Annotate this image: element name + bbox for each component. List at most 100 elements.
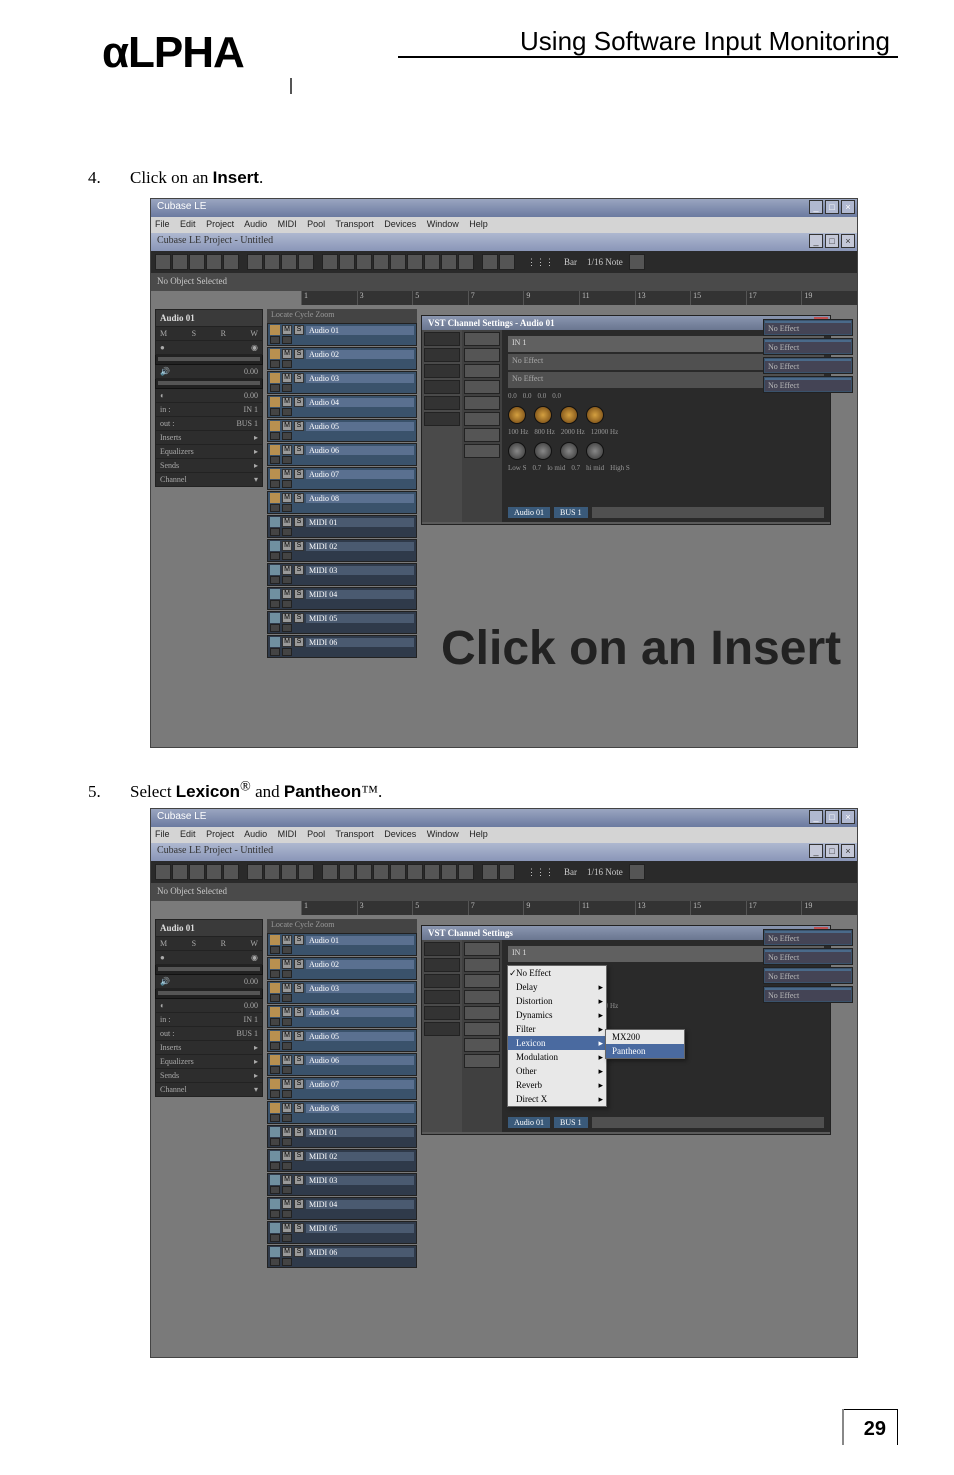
- menu-item-delay[interactable]: Delay: [508, 980, 606, 994]
- eq-knob[interactable]: [508, 406, 526, 424]
- insert-slot[interactable]: [424, 396, 460, 410]
- solo-button[interactable]: S: [294, 445, 304, 455]
- menu-pool[interactable]: Pool: [307, 829, 325, 839]
- rec-button[interactable]: [270, 360, 280, 368]
- mute-button[interactable]: M: [282, 1223, 292, 1233]
- rec-button[interactable]: [270, 552, 280, 560]
- close-icon[interactable]: ×: [841, 844, 855, 858]
- maximize-icon[interactable]: □: [825, 844, 839, 858]
- rec-button[interactable]: [270, 1234, 280, 1242]
- mute-button[interactable]: M: [282, 1031, 292, 1041]
- mute-button[interactable]: M: [282, 445, 292, 455]
- tool-mute[interactable]: [424, 864, 440, 880]
- menu-help[interactable]: Help: [469, 829, 488, 839]
- transport-button[interactable]: [247, 254, 263, 270]
- tool-arrow[interactable]: [322, 864, 338, 880]
- volume-value[interactable]: 0.00: [244, 977, 258, 986]
- sends-header[interactable]: Sends▸: [155, 459, 263, 473]
- transport-button[interactable]: [281, 254, 297, 270]
- solo-button[interactable]: S: [294, 325, 304, 335]
- mon-button[interactable]: [282, 1114, 292, 1122]
- menu-item-modulation[interactable]: Modulation: [508, 1050, 606, 1064]
- menu-edit[interactable]: Edit: [180, 219, 196, 229]
- menu-midi[interactable]: MIDI: [278, 829, 297, 839]
- solo-button[interactable]: S: [192, 329, 196, 338]
- midi-track[interactable]: MSMIDI 05: [267, 611, 417, 634]
- audio-track[interactable]: MSAudio 08: [267, 1101, 417, 1124]
- mon-button[interactable]: [282, 1018, 292, 1026]
- insert-slot[interactable]: [424, 958, 460, 972]
- mute-button[interactable]: M: [282, 935, 292, 945]
- menu-edit[interactable]: Edit: [180, 829, 196, 839]
- rec-button[interactable]: [270, 1042, 280, 1050]
- volume-slider[interactable]: [155, 965, 263, 975]
- send-slot[interactable]: [464, 348, 500, 362]
- menu-project[interactable]: Project: [206, 219, 234, 229]
- send-slot[interactable]: [464, 974, 500, 988]
- send-slot[interactable]: [464, 396, 500, 410]
- tool-arrow[interactable]: [322, 254, 338, 270]
- mon-button[interactable]: [282, 994, 292, 1002]
- col-button[interactable]: [482, 864, 498, 880]
- menu-item-other[interactable]: Other: [508, 1064, 606, 1078]
- audio-track[interactable]: MSAudio 05: [267, 419, 417, 442]
- menu-help[interactable]: Help: [469, 219, 488, 229]
- menu-item-reverb[interactable]: Reverb: [508, 1078, 606, 1092]
- midi-track[interactable]: MSMIDI 03: [267, 563, 417, 586]
- pan-slider[interactable]: [155, 989, 263, 999]
- volume-slider[interactable]: [155, 355, 263, 365]
- send-slot[interactable]: [464, 428, 500, 442]
- solo-button[interactable]: S: [294, 373, 304, 383]
- vst-output-select[interactable]: [592, 507, 824, 518]
- mon-button[interactable]: [282, 1138, 292, 1146]
- solo-button[interactable]: S: [294, 1127, 304, 1137]
- solo-button[interactable]: S: [294, 935, 304, 945]
- pan-slider[interactable]: [155, 379, 263, 389]
- mute-button[interactable]: M: [282, 1103, 292, 1113]
- mute-button[interactable]: M: [282, 637, 292, 647]
- audio-track[interactable]: MSAudio 04: [267, 395, 417, 418]
- menu-transport[interactable]: Transport: [336, 829, 374, 839]
- rec-button[interactable]: [270, 648, 280, 656]
- lexicon-submenu[interactable]: MX200 Pantheon: [605, 1029, 685, 1059]
- solo-button[interactable]: S: [294, 637, 304, 647]
- vst-bus-label[interactable]: BUS 1: [554, 507, 588, 518]
- mute-button[interactable]: M: [282, 493, 292, 503]
- tool-erase[interactable]: [390, 864, 406, 880]
- menu-window[interactable]: Window: [427, 219, 459, 229]
- audio-track[interactable]: MSAudio 06: [267, 1053, 417, 1076]
- project-titlebar[interactable]: Cubase LE Project - Untitled _ □ ×: [151, 843, 857, 861]
- tool-range[interactable]: [339, 254, 355, 270]
- submenu-item-mx200[interactable]: MX200: [606, 1030, 684, 1044]
- audio-track[interactable]: MSAudio 06: [267, 443, 417, 466]
- tool-button[interactable]: [206, 254, 222, 270]
- tool-button[interactable]: [629, 254, 645, 270]
- solo-button[interactable]: S: [294, 469, 304, 479]
- rec-button[interactable]: [270, 336, 280, 344]
- mute-button[interactable]: M: [282, 325, 292, 335]
- mon-button[interactable]: [282, 456, 292, 464]
- rec-button[interactable]: [270, 1210, 280, 1218]
- rec-button[interactable]: [270, 1018, 280, 1026]
- mon-button[interactable]: [282, 1162, 292, 1170]
- mute-button[interactable]: M: [282, 397, 292, 407]
- solo-button[interactable]: S: [294, 1223, 304, 1233]
- menu-item-directx[interactable]: Direct X: [508, 1092, 606, 1106]
- vst-output-select[interactable]: [592, 1117, 824, 1128]
- mon-button[interactable]: [282, 360, 292, 368]
- close-icon[interactable]: ×: [841, 234, 855, 248]
- audio-track[interactable]: MSAudio 05: [267, 1029, 417, 1052]
- insert-slot[interactable]: [424, 412, 460, 426]
- menu-audio[interactable]: Audio: [244, 219, 267, 229]
- mon-button[interactable]: [282, 408, 292, 416]
- transport-button[interactable]: [247, 864, 263, 880]
- eq-header[interactable]: Equalizers▸: [155, 1055, 263, 1069]
- solo-button[interactable]: S: [294, 1199, 304, 1209]
- project-titlebar[interactable]: Cubase LE Project - Untitled _ □ ×: [151, 233, 857, 251]
- rec-button[interactable]: [270, 1066, 280, 1074]
- insert-slot[interactable]: [424, 380, 460, 394]
- menu-transport[interactable]: Transport: [336, 219, 374, 229]
- menu-item-lexicon[interactable]: Lexicon: [508, 1036, 606, 1050]
- tool-erase[interactable]: [390, 254, 406, 270]
- tool-button[interactable]: [223, 254, 239, 270]
